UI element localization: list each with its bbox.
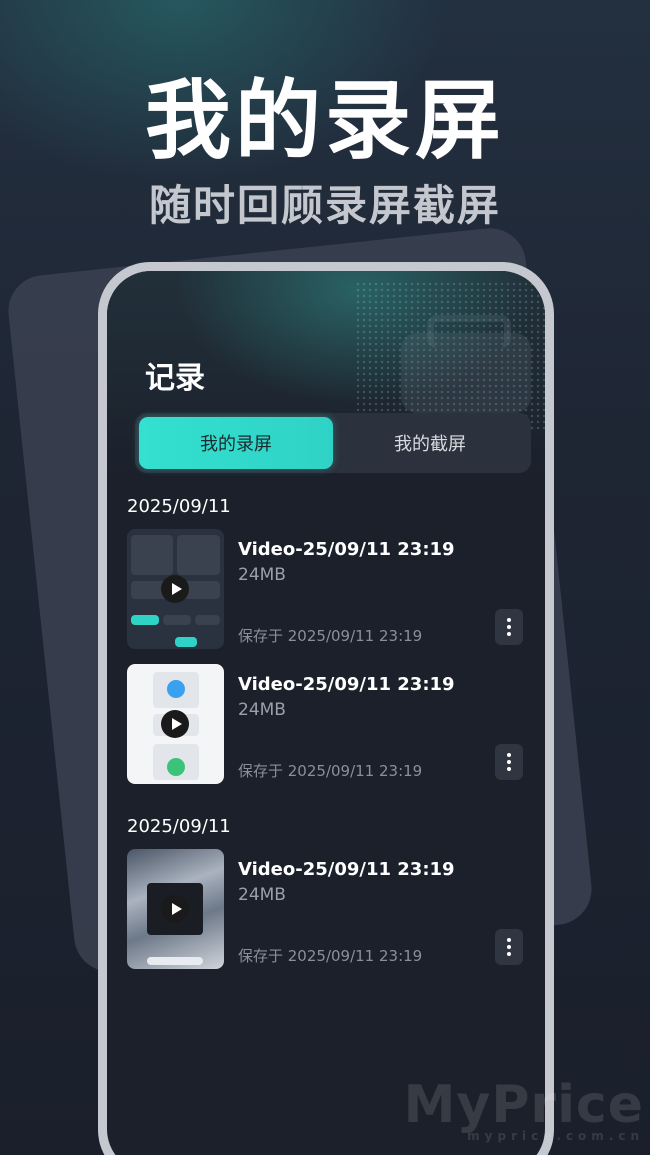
- phone-screen: 记录 我的录屏 我的截屏 2025/09/11 Video-25/09/11 2…: [107, 271, 545, 1155]
- group-date: 2025/09/11: [127, 496, 231, 517]
- hero-title: 我的录屏: [145, 71, 505, 171]
- saved-time: 保存于 2025/09/11 23:19: [238, 762, 423, 780]
- video-name: Video-25/09/11 23:19: [238, 859, 455, 880]
- more-options-button[interactable]: [495, 929, 523, 965]
- list-item[interactable]: Video-25/09/11 23:19 24MB 保存于 2025/09/11…: [127, 849, 523, 971]
- list-item[interactable]: Video-25/09/11 23:19 24MB 保存于 2025/09/11…: [127, 529, 523, 651]
- tab-my-screenshots[interactable]: 我的截屏: [333, 417, 527, 469]
- video-thumbnail[interactable]: [127, 529, 224, 649]
- more-options-button[interactable]: [495, 744, 523, 780]
- page-title: 记录: [145, 361, 205, 396]
- video-size: 24MB: [238, 700, 286, 720]
- video-name: Video-25/09/11 23:19: [238, 674, 455, 695]
- briefcase-icon: [401, 315, 531, 413]
- video-name: Video-25/09/11 23:19: [238, 539, 455, 560]
- tab-my-recordings[interactable]: 我的录屏: [139, 417, 333, 469]
- play-icon[interactable]: [161, 710, 189, 738]
- video-size: 24MB: [238, 885, 286, 905]
- group-date: 2025/09/11: [127, 816, 231, 837]
- phone-frame: 记录 我的录屏 我的截屏 2025/09/11 Video-25/09/11 2…: [98, 262, 554, 1155]
- watermark: MyPrice myprice.com.cn: [404, 1075, 644, 1143]
- video-thumbnail[interactable]: [127, 664, 224, 784]
- watermark-brand: MyPrice: [403, 1075, 644, 1135]
- play-icon[interactable]: [161, 895, 189, 923]
- video-thumbnail[interactable]: [127, 849, 224, 969]
- more-options-button[interactable]: [495, 609, 523, 645]
- saved-time: 保存于 2025/09/11 23:19: [238, 627, 423, 645]
- play-icon[interactable]: [161, 575, 189, 603]
- saved-time: 保存于 2025/09/11 23:19: [238, 947, 423, 965]
- video-size: 24MB: [238, 565, 286, 585]
- tab-bar: 我的录屏 我的截屏: [135, 413, 531, 473]
- list-item[interactable]: Video-25/09/11 23:19 24MB 保存于 2025/09/11…: [127, 664, 523, 786]
- hero-subtitle: 随时回顾录屏截屏: [148, 181, 501, 230]
